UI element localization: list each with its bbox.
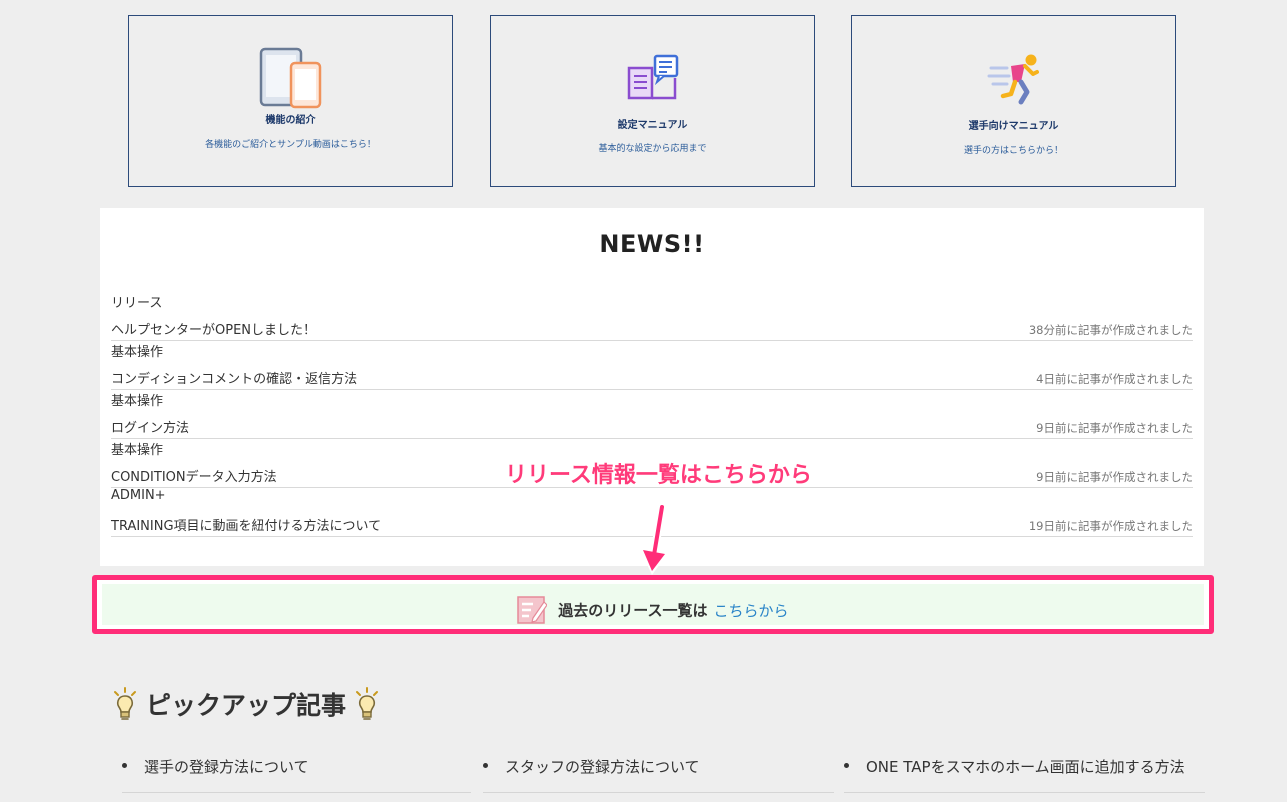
news-category[interactable]: リリース [111, 292, 162, 311]
news-title: NEWS!! [599, 230, 705, 258]
news-link[interactable]: コンディションコメントの確認・返信方法 [111, 368, 357, 387]
card-subtitle: 基本的な設定から応用まで [598, 144, 707, 154]
news-item[interactable]: 基本操作 コンディションコメントの確認・返信方法 4日前に記事が作成されました [111, 341, 1193, 390]
lightbulb-icon [114, 687, 136, 720]
news-link[interactable]: TRAINING項目に動画を紐付ける方法について [111, 515, 381, 534]
card-player-manual[interactable]: 選手向けマニュアル 選手の方はこちらから！ [851, 15, 1176, 187]
card-settings-manual[interactable]: 設定マニュアル 基本的な設定から応用まで [490, 15, 815, 187]
card-title: 選手向けマニュアル [968, 121, 1059, 132]
release-list-link[interactable]: こちらから [714, 602, 789, 620]
release-list-banner: 過去のリリース一覧は こちらから [92, 575, 1214, 634]
news-timestamp: 9日前に記事が作成されました [1036, 470, 1193, 484]
pickup-item[interactable]: スタッフの登録方法について [483, 753, 834, 793]
card-features[interactable]: 機能の紹介 各機能のご紹介とサンプル動画はこちら！ [128, 15, 453, 187]
card-title: 設定マニュアル [617, 120, 688, 131]
news-category[interactable]: 基本操作 [111, 341, 163, 360]
release-list-text: 過去のリリース一覧は [558, 601, 708, 620]
news-category[interactable]: ADMIN+ [111, 488, 166, 503]
news-category[interactable]: 基本操作 [111, 439, 163, 458]
news-timestamp: 19日前に記事が作成されました [1028, 519, 1193, 533]
pickup-item[interactable]: 選手の登録方法について [122, 753, 471, 793]
pickup-link[interactable]: 選手の登録方法について [144, 756, 309, 777]
pickup-link[interactable]: スタッフの登録方法について [505, 756, 700, 777]
annotation-arrow-icon [640, 503, 668, 575]
news-item[interactable]: リリース ヘルプセンターがOPENしました！ 38分前に記事が作成されました [111, 292, 1193, 341]
bullet-icon [844, 763, 849, 768]
pickup-title: ピックアップ記事 [146, 691, 347, 720]
news-timestamp: 4日前に記事が作成されました [1036, 372, 1193, 386]
news-link[interactable]: CONDITIONデータ入力方法 [111, 466, 277, 485]
card-subtitle: 選手の方はこちらから！ [963, 146, 1063, 156]
news-link[interactable]: ログイン方法 [111, 417, 189, 436]
news-link[interactable]: ヘルプセンターがOPENしました！ [111, 319, 316, 338]
card-title: 機能の紹介 [265, 115, 316, 126]
card-subtitle: 各機能のご紹介とサンプル動画はこちら！ [205, 140, 376, 150]
devices-icon [259, 47, 321, 109]
news-timestamp: 38分前に記事が作成されました [1028, 323, 1193, 337]
pickup-item[interactable]: ONE TAPをスマホのホーム画面に追加する方法 [844, 753, 1205, 793]
annotation-callout: リリース情報一覧はこちらから [505, 463, 812, 488]
bullet-icon [122, 763, 127, 768]
release-list-inner: 過去のリリース一覧は こちらから [102, 584, 1204, 625]
bullet-icon [483, 763, 488, 768]
news-timestamp: 9日前に記事が作成されました [1036, 421, 1193, 435]
pickup-heading: ピックアップ記事 [112, 686, 380, 722]
manual-book-icon [627, 54, 678, 100]
news-item[interactable]: 基本操作 ログイン方法 9日前に記事が作成されました [111, 390, 1193, 439]
news-category[interactable]: 基本操作 [111, 390, 163, 409]
lightbulb-icon [356, 687, 379, 720]
edit-note-icon [517, 596, 548, 624]
pickup-link[interactable]: ONE TAPをスマホのホーム画面に追加する方法 [866, 756, 1185, 777]
runner-icon [987, 54, 1039, 105]
